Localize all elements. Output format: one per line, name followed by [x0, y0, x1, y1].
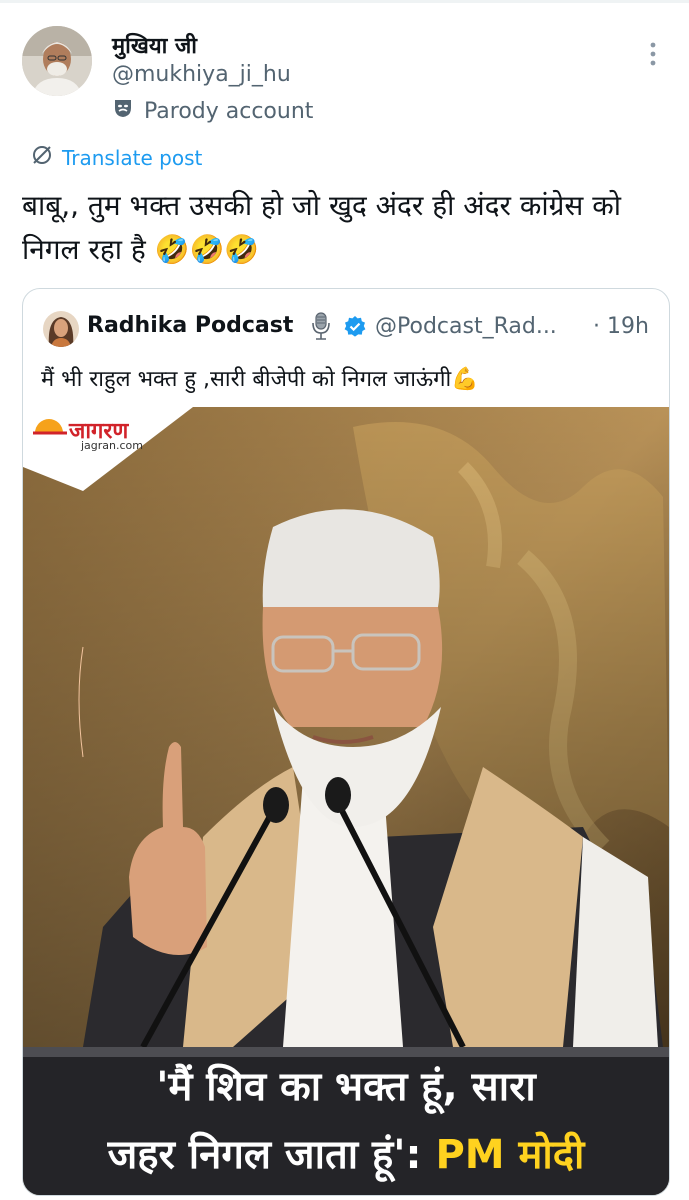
quoted-timestamp[interactable]: · 19h: [593, 314, 649, 339]
caption-line-2: जहर निगल जाता हूं': PM मोदी: [23, 1125, 669, 1180]
tweet-text: बाबू,, तुम भक्त उसकी हो जो खुद अंदर ही अ…: [22, 189, 622, 266]
jagran-logo: जागरण jagran.com: [33, 415, 143, 452]
microphone-icon: [308, 311, 334, 345]
quoted-post-text: मैं भी राहुल भक्त हु ,सारी बीजेपी को निग…: [41, 367, 479, 392]
quoted-author-name[interactable]: Radhika Podcast: [87, 313, 293, 338]
author-handle[interactable]: @mukhiya_ji_hu: [112, 62, 291, 87]
caption-highlight: PM मोदी: [435, 1132, 585, 1178]
author-display-name[interactable]: मुखिया जी: [112, 30, 197, 60]
quoted-author-handle[interactable]: @Podcast_Rad...: [375, 314, 557, 339]
verified-badge-icon: [343, 315, 367, 343]
jagran-logo-subtext: jagran.com: [81, 439, 144, 452]
quoted-author-avatar[interactable]: [43, 311, 79, 347]
top-divider: [0, 0, 689, 3]
caption-line-2-text: जहर निगल जाता हूं':: [107, 1132, 422, 1178]
author-avatar[interactable]: [22, 26, 92, 96]
quoted-post-image[interactable]: जागरण jagran.com 'मैं शिव का भक्त हूं, स…: [23, 407, 669, 1195]
quoted-post[interactable]: Radhika Podcast @Podcast_Rad... · 19h मै…: [22, 288, 670, 1196]
translate-label: Translate post: [62, 145, 203, 170]
more-options-icon[interactable]: [646, 40, 660, 72]
translate-icon: [30, 143, 54, 172]
caption-line-1: 'मैं शिव का भक्त हूं, सारा: [156, 1064, 536, 1110]
parody-label: Parody account: [112, 97, 313, 125]
parody-label-text: Parody account: [144, 98, 314, 124]
translate-post-link[interactable]: Translate post: [30, 143, 202, 172]
mask-icon: [112, 97, 134, 125]
image-caption: 'मैं शिव का भक्त हूं, सारा जहर निगल जाता…: [23, 1037, 669, 1195]
